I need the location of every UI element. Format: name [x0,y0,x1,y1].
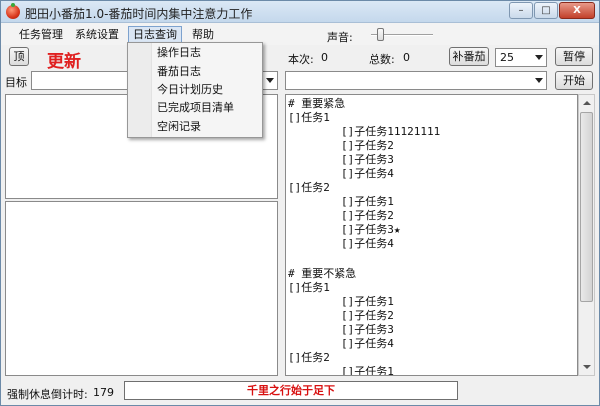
chevron-down-icon [266,78,274,83]
menu-item-operation-log[interactable]: 操作日志 [157,44,201,62]
rest-countdown-label: 强制休息倒计时: [7,388,88,401]
chevron-down-icon [535,55,543,60]
task-line: []任务2 [288,181,330,194]
total-label: 总数: [369,53,395,66]
task-line: []子任务11121111 [288,125,441,138]
rest-countdown-value: 179 [93,386,114,399]
task-line: []子任务3 [288,153,394,166]
log-query-dropdown: 操作日志 番茄日志 今日计划历史 已完成项目清单 空闲记录 [127,42,263,138]
pause-button[interactable]: 暂停 [555,47,593,66]
window-title: 肥田小番茄1.0-番茄时间内集中注意力工作 [25,7,253,21]
menu-task-management[interactable]: 任务管理 [15,26,67,43]
task-list-textarea[interactable]: # 重要紧急 []任务1 []子任务11121111 []子任务2 []子任务3… [285,94,578,376]
tomato-app-icon [6,3,20,19]
goal-label: 目标 [5,76,27,89]
task-line: []子任务2 [288,139,394,152]
update-label[interactable]: 更新 [47,47,81,72]
task-line: []子任务2 [288,309,394,322]
title-bar[interactable]: 肥田小番茄1.0-番茄时间内集中注意力工作 – □ X [1,1,599,23]
total-value: 0 [403,51,410,64]
scroll-down-button[interactable] [579,359,594,375]
task-line: []子任务1 [288,295,394,308]
plan-select[interactable] [285,71,547,90]
menu-item-tomato-log[interactable]: 番茄日志 [157,63,201,81]
always-on-top-button[interactable]: 顶 [9,47,29,66]
this-time-label: 本次: [288,53,314,66]
arrow-up-icon [583,101,591,105]
task-line: []子任务4 [288,237,394,250]
task-line: []任务1 [288,281,330,294]
task-line: []子任务4 [288,167,394,180]
maximize-button[interactable]: □ [534,2,558,19]
task-line: []子任务3 [288,323,394,336]
menu-system-settings[interactable]: 系统设置 [71,26,123,43]
menu-item-idle-records[interactable]: 空闲记录 [157,118,201,136]
close-button[interactable]: X [559,2,595,19]
add-tomato-button[interactable]: 补番茄 [449,47,489,66]
volume-slider-thumb[interactable] [376,28,384,41]
task-line: []子任务4 [288,337,394,350]
task-line: []任务1 [288,111,330,124]
arrow-down-icon [583,365,591,369]
scroll-thumb[interactable] [580,112,593,302]
task-line: # 重要不紧急 [288,267,357,280]
minutes-value: 25 [500,51,514,64]
task-line: []子任务2 [288,209,394,222]
notes-textarea-bottom[interactable] [5,201,278,376]
task-list-scrollbar[interactable] [578,94,595,376]
task-line: []子任务1 [288,195,394,208]
task-line: []任务2 [288,351,330,364]
this-time-value: 0 [321,51,328,64]
task-line: # 重要紧急 [288,97,346,110]
menu-item-completed-list[interactable]: 已完成项目清单 [157,99,234,117]
menu-log-query[interactable]: 日志查询 [128,26,182,43]
sound-label: 声音: [327,31,353,44]
minutes-select[interactable]: 25 [495,48,547,67]
chevron-down-icon [535,78,543,83]
minimize-button[interactable]: – [509,2,533,19]
scroll-up-button[interactable] [579,95,594,111]
motto-text: 千里之行始于足下 [124,381,458,400]
menu-gutter [128,43,152,137]
start-button[interactable]: 开始 [555,71,593,90]
menu-item-today-plan-history[interactable]: 今日计划历史 [157,81,223,99]
menu-help[interactable]: 帮助 [188,26,218,43]
task-line: []子任务3★ [288,223,401,236]
task-line: []子任务1 [288,365,394,376]
app-window: 肥田小番茄1.0-番茄时间内集中注意力工作 – □ X 任务管理 系统设置 日志… [0,0,600,406]
